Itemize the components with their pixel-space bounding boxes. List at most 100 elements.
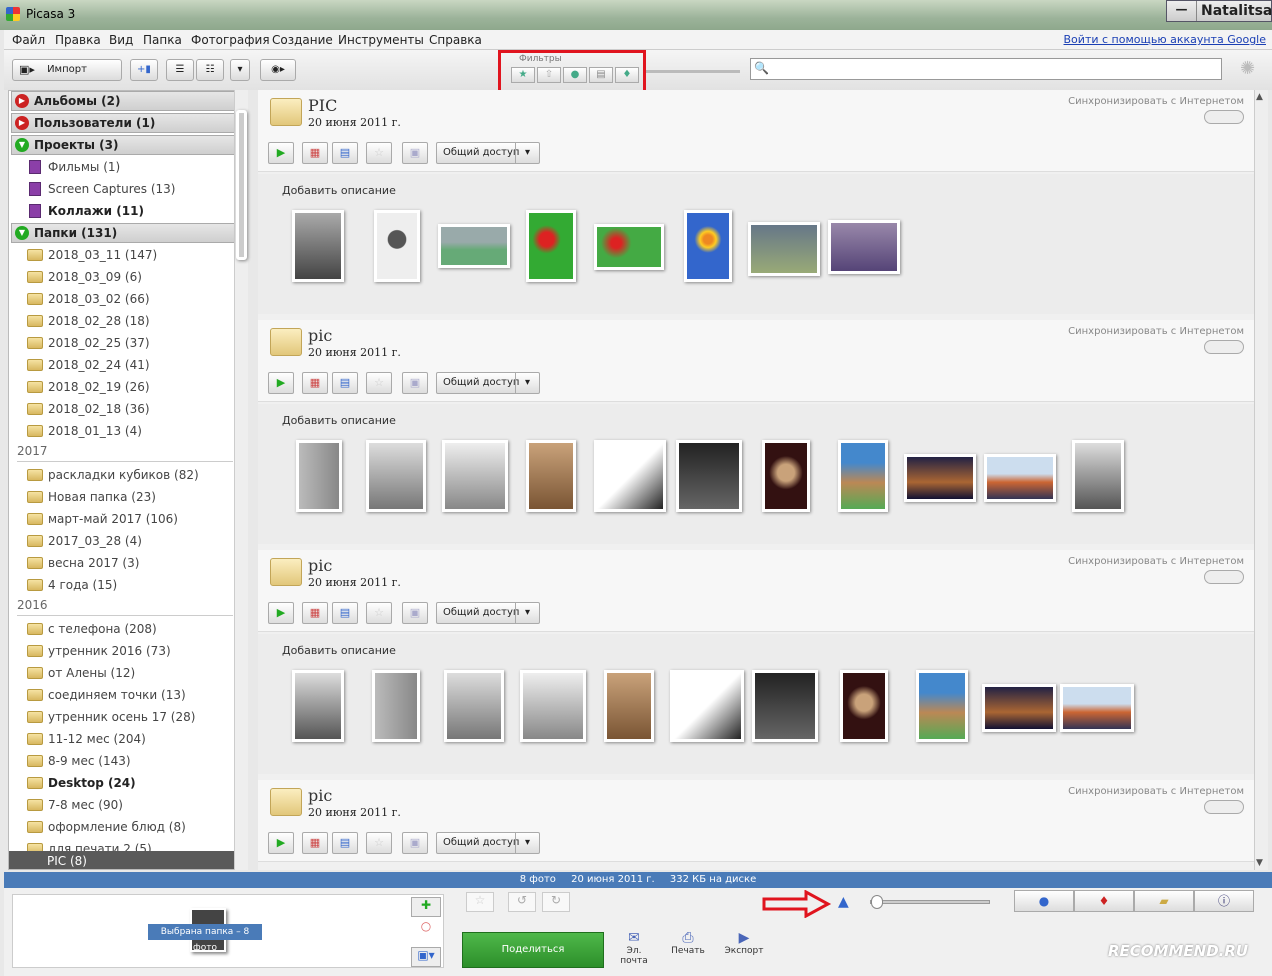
import-button[interactable]: ▣▸ Импорт	[12, 59, 122, 81]
scroll-thumb[interactable]	[236, 110, 247, 260]
view-dropdown-button[interactable]: ▾	[230, 59, 250, 81]
menu-create[interactable]: Создание	[272, 33, 333, 47]
filter-upload-icon[interactable]: ⇧	[537, 67, 561, 83]
folder-item[interactable]: 2018_02_28 (18)	[27, 311, 150, 331]
photo-thumbnail[interactable]	[670, 670, 744, 742]
sidebar-users[interactable]: ▶ Пользователи (1)	[11, 113, 235, 133]
folder-item[interactable]: 2018_02_24 (41)	[27, 355, 150, 375]
folder-item[interactable]: от Алены (12)	[27, 663, 135, 683]
photo-thumbnail[interactable]	[1060, 684, 1134, 732]
photo-thumbnail[interactable]	[684, 210, 732, 282]
photo-thumbnail[interactable]	[438, 224, 510, 268]
scroll-down-icon[interactable]: ▼	[1256, 858, 1263, 868]
photo-thumbnail[interactable]	[526, 210, 576, 282]
add-description[interactable]: Добавить описание	[282, 184, 396, 197]
folder-item[interactable]: 2018_02_18 (36)	[27, 399, 150, 419]
slider-knob[interactable]	[871, 895, 883, 909]
folder-item[interactable]: 8-9 мес (143)	[27, 751, 131, 771]
photo-thumbnail[interactable]	[292, 670, 344, 742]
upload-icon[interactable]: ▦	[302, 832, 328, 854]
folder-item[interactable]: утренник осень 17 (28)	[27, 707, 195, 727]
movie-icon[interactable]: ▤	[332, 832, 358, 854]
folder-item[interactable]: 7-8 мес (90)	[27, 795, 123, 815]
hold-pin-icon[interactable]: ✚	[411, 897, 441, 917]
folder-item[interactable]: март-май 2017 (106)	[27, 509, 178, 529]
add-description[interactable]: Добавить описание	[282, 644, 396, 657]
sidebar-folders[interactable]: ▼ Папки (131)	[11, 223, 235, 243]
folder-item[interactable]: Новая папка (23)	[27, 487, 156, 507]
folder-item[interactable]: 11-12 мес (204)	[27, 729, 146, 749]
photo-thumbnail[interactable]	[594, 224, 664, 270]
share-dropdown[interactable]: Общий доступ ▾	[436, 372, 540, 394]
upload-icon[interactable]: ▦	[302, 372, 328, 394]
add-album-button[interactable]: +▮	[130, 59, 158, 81]
minimize-button[interactable]: —	[1167, 1, 1197, 21]
filter-video-icon[interactable]: ▤	[589, 67, 613, 83]
thumbnail-zoom-slider[interactable]	[870, 895, 990, 909]
folder-item[interactable]: с телефона (208)	[27, 619, 157, 639]
email-button[interactable]: ✉ Эл. почта	[612, 930, 656, 966]
folder-item[interactable]: 2018_03_09 (6)	[27, 267, 142, 287]
play-icon[interactable]: ▶	[268, 832, 294, 854]
menu-folder[interactable]: Папка	[143, 33, 182, 47]
photo-thumbnail[interactable]	[292, 210, 344, 282]
rotate-left-icon[interactable]: ↺	[508, 892, 536, 912]
print-button[interactable]: ⎙ Печать	[666, 930, 710, 956]
sync-toggle[interactable]	[1204, 110, 1244, 124]
play-icon[interactable]: ▶	[268, 372, 294, 394]
rotate-right-icon[interactable]: ↻	[542, 892, 570, 912]
search-field[interactable]: 🔍	[750, 58, 1222, 80]
share-dropdown[interactable]: Общий доступ ▾	[436, 832, 540, 854]
photo-thumbnail[interactable]	[594, 440, 666, 512]
play-icon[interactable]: ▶	[268, 142, 294, 164]
folder-item[interactable]: соединяем точки (13)	[27, 685, 186, 705]
filter-person-icon[interactable]: ●	[563, 67, 587, 83]
photo-thumbnail[interactable]	[442, 440, 508, 512]
people-icon[interactable]: ●	[1014, 890, 1074, 912]
info-icon[interactable]: ⓘ	[1194, 890, 1254, 912]
selected-folder[interactable]: PIC (8)	[9, 851, 235, 869]
photo-thumbnail[interactable]	[762, 440, 810, 512]
menu-photo[interactable]: Фотография	[191, 33, 270, 47]
sidebar-albums[interactable]: ▶ Альбомы (2)	[11, 91, 235, 111]
sync-toggle[interactable]	[1204, 340, 1244, 354]
sidebar-scrollbar[interactable]	[234, 90, 248, 870]
save-icon[interactable]: ▣	[402, 372, 428, 394]
star-icon[interactable]: ☆	[366, 832, 392, 854]
main-scrollbar[interactable]: ▲ ▼	[1254, 90, 1268, 870]
photo-thumbnail[interactable]	[828, 220, 900, 274]
save-icon[interactable]: ▣	[402, 832, 428, 854]
share-dropdown[interactable]: Общий доступ ▾	[436, 142, 540, 164]
photo-thumbnail[interactable]	[374, 210, 420, 282]
photo-thumbnail[interactable]	[982, 684, 1056, 732]
photo-thumbnail[interactable]	[366, 440, 426, 512]
album-name[interactable]: pic	[308, 326, 332, 345]
google-login-link[interactable]: Войти с помощью аккаунта Google	[1064, 33, 1266, 46]
photo-thumbnail[interactable]	[676, 440, 742, 512]
folder-item[interactable]: 2018_02_25 (37)	[27, 333, 150, 353]
photo-thumbnail[interactable]	[748, 222, 820, 276]
photo-thumbnail[interactable]	[1072, 440, 1124, 512]
folder-item[interactable]: 2018_03_02 (66)	[27, 289, 150, 309]
location-pin-icon[interactable]: ♦	[1074, 890, 1134, 912]
upload-icon[interactable]: ▦	[302, 602, 328, 624]
project-item[interactable]: Фильмы (1)	[27, 157, 120, 177]
folder-item[interactable]: оформление блюд (8)	[27, 817, 186, 837]
photo-thumbnail[interactable]	[838, 440, 888, 512]
movie-icon[interactable]: ▤	[332, 372, 358, 394]
menu-tools[interactable]: Инструменты	[338, 33, 424, 47]
photo-thumbnail[interactable]	[444, 670, 504, 742]
star-icon[interactable]: ☆	[366, 602, 392, 624]
save-icon[interactable]: ▣	[402, 602, 428, 624]
menu-view[interactable]: Вид	[109, 33, 133, 47]
photo-thumbnail[interactable]	[520, 670, 586, 742]
photo-thumbnail[interactable]	[916, 670, 968, 742]
view-list-button[interactable]: ☰	[166, 59, 194, 81]
movie-icon[interactable]: ▤	[332, 602, 358, 624]
folder-item[interactable]: 2018_03_11 (147)	[27, 245, 157, 265]
menu-edit[interactable]: Правка	[55, 33, 101, 47]
photo-thumbnail[interactable]	[604, 670, 654, 742]
album-add-icon[interactable]: ▣▾	[411, 947, 441, 967]
share-button[interactable]: Поделиться	[462, 932, 604, 968]
clear-icon[interactable]: ○	[411, 919, 441, 939]
